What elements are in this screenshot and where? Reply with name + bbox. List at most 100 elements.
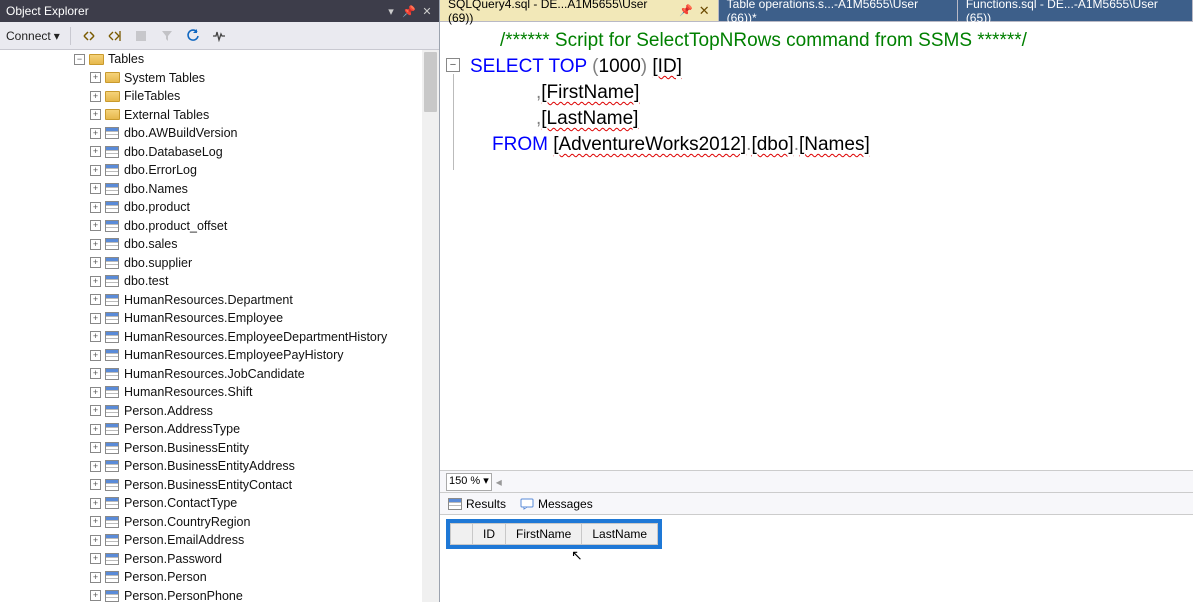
close-icon[interactable]: ✕ [421, 5, 433, 17]
tree-table[interactable]: +Person.Address [0, 402, 420, 421]
expand-icon[interactable]: + [90, 368, 101, 379]
dropdown-icon[interactable]: ▾ [385, 5, 397, 17]
expand-icon[interactable]: + [90, 331, 101, 342]
tree-table[interactable]: +Person.ContactType [0, 494, 420, 513]
sql-editor[interactable]: − /****** Script for SelectTopNRows comm… [440, 22, 1193, 470]
tree-table[interactable]: +dbo.product [0, 198, 420, 217]
expand-icon[interactable]: + [90, 553, 101, 564]
vertical-scrollbar[interactable] [422, 50, 439, 602]
expand-icon[interactable]: + [90, 590, 101, 601]
tree[interactable]: −Tables+System Tables+FileTables+Externa… [0, 50, 420, 602]
tree-table[interactable]: +HumanResources.JobCandidate [0, 365, 420, 384]
pin-icon[interactable]: 📌 [403, 5, 415, 17]
document-tabstrip: SQLQuery4.sql - DE...A1M5655\User (69))📌… [440, 0, 1193, 22]
disconnect-all-icon[interactable] [107, 28, 123, 44]
expand-icon[interactable]: + [90, 146, 101, 157]
refresh-icon[interactable] [185, 28, 201, 44]
expand-icon[interactable]: + [90, 202, 101, 213]
expand-icon[interactable]: + [90, 424, 101, 435]
expand-icon[interactable]: + [90, 239, 101, 250]
tree-table[interactable]: +HumanResources.EmployeePayHistory [0, 346, 420, 365]
nav-left-icon[interactable]: ◂ [496, 475, 502, 489]
expand-icon[interactable]: + [90, 350, 101, 361]
tree-table[interactable]: +dbo.DatabaseLog [0, 143, 420, 162]
scrollbar-thumb[interactable] [424, 52, 437, 112]
tree-table[interactable]: + dbo.sales [0, 235, 420, 254]
stop-icon[interactable] [133, 28, 149, 44]
tree-table[interactable]: +HumanResources.Shift [0, 383, 420, 402]
messages-icon [520, 498, 534, 510]
col-header-id[interactable]: ID [473, 524, 506, 545]
document-tab[interactable]: SQLQuery4.sql - DE...A1M5655\User (69))📌… [440, 0, 719, 21]
tree-folder[interactable]: +System Tables [0, 69, 420, 88]
expand-icon[interactable]: + [90, 276, 101, 287]
expand-icon[interactable]: + [90, 91, 101, 102]
expand-icon[interactable]: + [90, 405, 101, 416]
panel-title: Object Explorer [6, 4, 89, 18]
document-tab[interactable]: Functions.sql - DE...-A1M5655\User (65)) [958, 0, 1193, 21]
folder-icon [104, 71, 120, 85]
expand-icon[interactable]: + [90, 109, 101, 120]
expand-icon[interactable]: + [90, 128, 101, 139]
tree-table[interactable]: +dbo.AWBuildVersion [0, 124, 420, 143]
expand-icon[interactable]: + [90, 257, 101, 268]
zoom-select[interactable]: 150 % ▾ [446, 473, 492, 491]
col-firstname: [FirstName] [541, 82, 639, 103]
tree-table[interactable]: +HumanResources.EmployeeDepartmentHistor… [0, 328, 420, 347]
tree-table[interactable]: +Person.BusinessEntity [0, 439, 420, 458]
tree-table[interactable]: +Person.Password [0, 550, 420, 569]
expand-icon[interactable]: + [90, 165, 101, 176]
tree-table[interactable]: +Person.BusinessEntityContact [0, 476, 420, 495]
kw-select: SELECT [470, 56, 544, 77]
expand-icon[interactable]: + [90, 461, 101, 472]
expand-icon[interactable]: + [90, 479, 101, 490]
filter-icon[interactable] [159, 28, 175, 44]
document-tab[interactable]: Table operations.s...-A1M5655\User (66))… [719, 0, 958, 21]
tree-table[interactable]: +dbo.product_offset [0, 217, 420, 236]
collapse-icon[interactable]: − [74, 54, 85, 65]
tree-folder[interactable]: +FileTables [0, 87, 420, 106]
dropdown-caret-icon: ▾ [483, 475, 489, 487]
expand-icon[interactable]: + [90, 72, 101, 83]
tree-node-label: HumanResources.Employee [124, 311, 283, 325]
col-header-firstname[interactable]: FirstName [506, 524, 582, 545]
tree-table[interactable]: +Person.AddressType [0, 420, 420, 439]
tree-table[interactable]: +dbo.ErrorLog [0, 161, 420, 180]
expand-icon[interactable]: + [90, 516, 101, 527]
close-tab-icon[interactable]: ✕ [699, 3, 710, 19]
results-tab-label: Results [466, 497, 506, 511]
tree-table[interactable]: +Person.CountryRegion [0, 513, 420, 532]
activity-icon[interactable] [211, 28, 227, 44]
expand-icon[interactable]: + [90, 387, 101, 398]
tree-table[interactable]: +dbo.test [0, 272, 420, 291]
tree-table[interactable]: +dbo.Names [0, 180, 420, 199]
pin-icon[interactable]: 📌 [679, 4, 693, 17]
expand-icon[interactable]: + [90, 220, 101, 231]
tree-table[interactable]: +Person.BusinessEntityAddress [0, 457, 420, 476]
results-tab[interactable]: Results [448, 497, 506, 511]
col-header-lastname[interactable]: LastName [582, 524, 658, 545]
connect-button[interactable]: Connect ▾ [6, 29, 60, 43]
tree-table[interactable]: +Person.EmailAddress [0, 531, 420, 550]
tree-table[interactable]: + dbo.supplier [0, 254, 420, 273]
tree-table[interactable]: +Person.Person [0, 568, 420, 587]
expand-icon[interactable]: + [90, 294, 101, 305]
expand-icon[interactable]: + [90, 572, 101, 583]
tree-folder[interactable]: +External Tables [0, 106, 420, 125]
row-header-corner[interactable] [451, 524, 473, 545]
fold-toggle-icon[interactable]: − [446, 58, 460, 72]
tree-table[interactable]: +HumanResources.Department [0, 291, 420, 310]
tree-folder-tables[interactable]: −Tables [0, 50, 420, 69]
expand-icon[interactable]: + [90, 313, 101, 324]
result-grid[interactable]: ID FirstName LastName [446, 519, 662, 549]
expand-icon[interactable]: + [90, 442, 101, 453]
tree-node-label: dbo.supplier [124, 256, 192, 270]
expand-icon[interactable]: + [90, 183, 101, 194]
tree-table[interactable]: + HumanResources.Employee [0, 309, 420, 328]
disconnect-icon[interactable] [81, 28, 97, 44]
tree-node-label: dbo.sales [124, 237, 178, 251]
expand-icon[interactable]: + [90, 498, 101, 509]
messages-tab[interactable]: Messages [520, 497, 593, 511]
tree-table[interactable]: +Person.PersonPhone [0, 587, 420, 602]
expand-icon[interactable]: + [90, 535, 101, 546]
